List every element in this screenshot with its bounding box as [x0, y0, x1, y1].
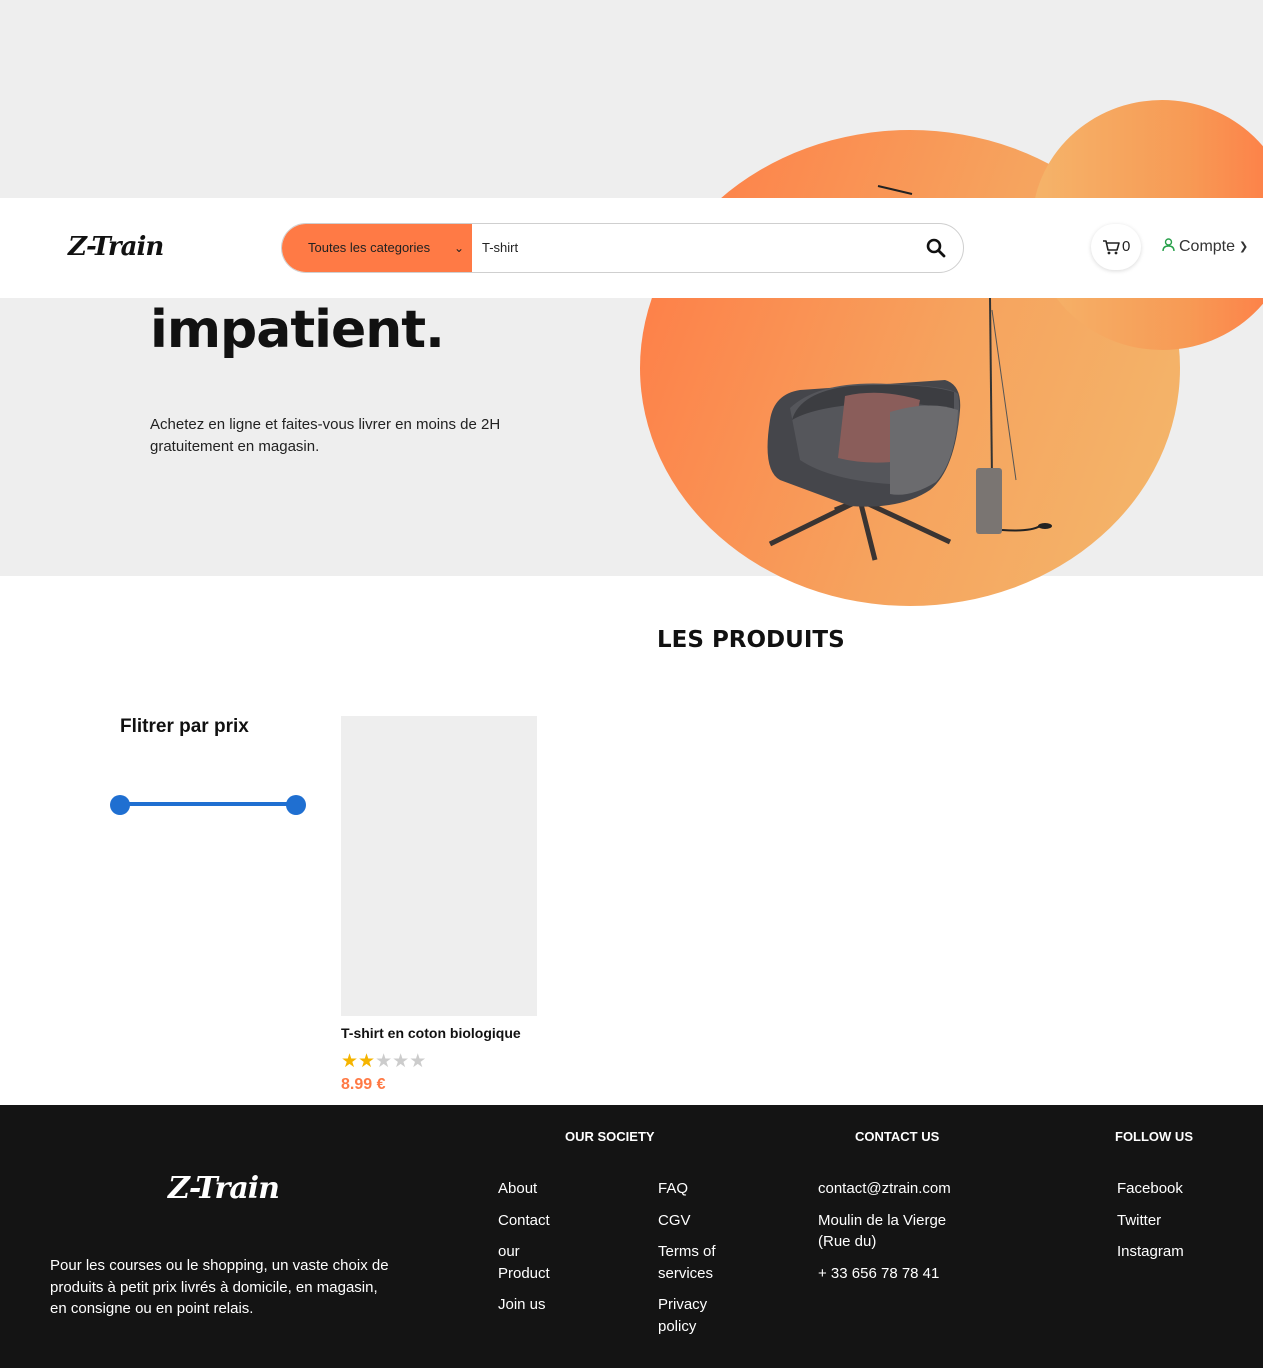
footer-link-terms[interactable]: Terms of services — [658, 1241, 720, 1284]
star-icon: ★ — [392, 1051, 410, 1072]
search-input[interactable]: T-shirt — [482, 224, 902, 272]
site-logo[interactable]: Z-Train — [68, 232, 164, 262]
price-filter-heading: Flitrer par prix — [120, 716, 249, 737]
footer-description: Pour les courses ou le shopping, un vast… — [50, 1257, 389, 1317]
hero-subtitle: Achetez en ligne et faites-vous livrer e… — [150, 416, 501, 455]
star-icon: ★ — [341, 1051, 359, 1072]
star-icon: ★ — [358, 1051, 376, 1072]
product-rating: ★★★★★ — [341, 1050, 426, 1073]
footer-link-contact[interactable]: Contact — [498, 1210, 568, 1232]
footer-link-instagram[interactable]: Instagram — [1117, 1241, 1237, 1263]
price-slider-track[interactable] — [120, 802, 296, 806]
footer-contact-address: Moulin de la Vierge (Rue du) — [818, 1211, 947, 1251]
footer-link-twitter[interactable]: Twitter — [1117, 1210, 1237, 1232]
price-slider-min-handle[interactable] — [110, 795, 130, 815]
footer-link-cgv[interactable]: CGV — [658, 1210, 720, 1232]
product-price: 8.99 € — [341, 1076, 386, 1093]
site-header: Z-Train Toutes les categories ⌄ T-shirt … — [0, 198, 1263, 298]
search-icon[interactable] — [925, 237, 947, 259]
footer-link-about[interactable]: About — [498, 1178, 568, 1200]
product-image[interactable] — [341, 716, 537, 1016]
footer-follow-list: Facebook Twitter Instagram — [1117, 1178, 1237, 1273]
star-icon: ★ — [409, 1051, 427, 1072]
footer-link-join-us[interactable]: Join us — [498, 1294, 568, 1316]
category-select[interactable]: Toutes les categories — [282, 224, 472, 272]
chevron-down-icon: ❯ — [1239, 241, 1249, 253]
products-heading: LES PRODUITS — [657, 627, 845, 653]
footer-contact-list: contact@ztrain.com Moulin de la Vierge (… — [818, 1178, 978, 1294]
account-menu[interactable]: Compte ❯ — [1162, 238, 1248, 256]
product-name[interactable]: T-shirt en coton biologique — [341, 1025, 521, 1041]
footer-link-privacy[interactable]: Privacy policy — [658, 1294, 720, 1337]
footer-society-col1: About Contact our Product Join us — [498, 1178, 568, 1326]
footer-link-faq[interactable]: FAQ — [658, 1178, 720, 1200]
price-slider-max-handle[interactable] — [286, 795, 306, 815]
footer-society-heading: OUR SOCIETY — [565, 1129, 655, 1144]
footer-contact-heading: CONTACT US — [855, 1129, 940, 1144]
user-icon — [1162, 238, 1175, 252]
site-footer: Z-Train Pour les courses ou le shopping,… — [0, 1105, 1263, 1368]
footer-logo[interactable]: Z-Train — [168, 1171, 280, 1206]
cart-icon — [1103, 240, 1120, 255]
footer-contact-email[interactable]: contact@ztrain.com — [818, 1178, 978, 1200]
hero-title: impatient. — [150, 300, 445, 360]
footer-link-our-product[interactable]: our Product — [498, 1241, 568, 1284]
account-label: Compte — [1179, 238, 1236, 255]
footer-contact-phone: + 33 656 78 78 41 — [818, 1264, 940, 1282]
search-bar: Toutes les categories ⌄ T-shirt — [281, 223, 964, 273]
footer-link-facebook[interactable]: Facebook — [1117, 1178, 1237, 1200]
chevron-down-icon: ⌄ — [454, 241, 465, 255]
cart-button[interactable]: 0 — [1091, 224, 1141, 270]
footer-follow-heading: FOLLOW US — [1115, 1129, 1193, 1144]
footer-society-col2: FAQ CGV Terms of services Privacy policy — [658, 1178, 720, 1347]
cart-count: 0 — [1122, 238, 1131, 255]
star-icon: ★ — [375, 1051, 393, 1072]
